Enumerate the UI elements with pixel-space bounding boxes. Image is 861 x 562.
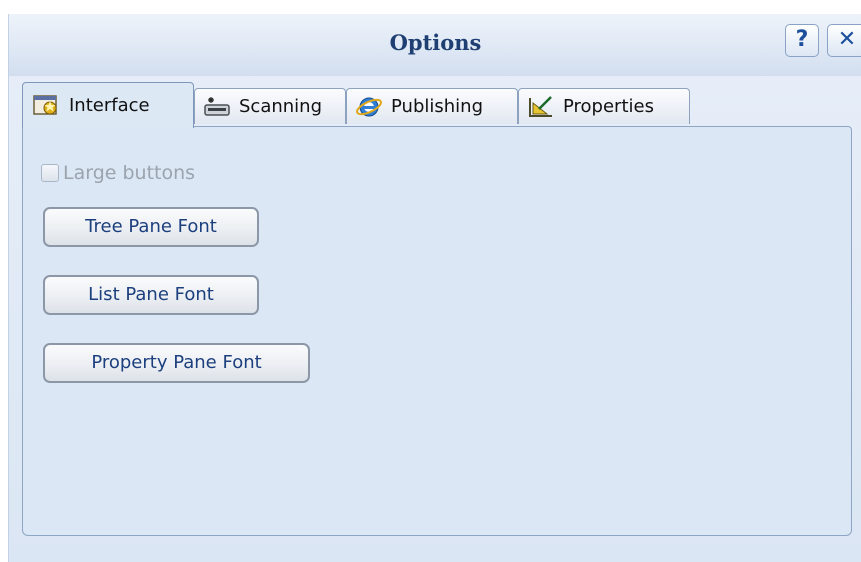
dialog-title: Options: [389, 30, 482, 55]
ie-globe-icon: [356, 97, 382, 116]
tab-strip: Interface Scanning Publishing Properties: [22, 80, 852, 130]
tab-interface[interactable]: Interface: [22, 82, 194, 128]
help-button[interactable]: ?: [785, 24, 819, 57]
interface-icon: [33, 94, 57, 115]
properties-icon: [529, 95, 552, 117]
large-buttons-checkbox: [41, 164, 59, 182]
list-pane-font-button[interactable]: List Pane Font: [43, 275, 259, 315]
title-bar[interactable]: Options ? ✕: [9, 14, 861, 76]
scanner-icon: [204, 96, 230, 116]
tab-label: Properties: [563, 96, 654, 117]
tab-publishing[interactable]: Publishing: [346, 88, 518, 124]
tab-scanning[interactable]: Scanning: [194, 88, 346, 124]
large-buttons-label: Large buttons: [63, 162, 196, 184]
tab-label: Interface: [69, 95, 150, 116]
interface-tab-panel: Large buttons Tree Pane Font List Pane F…: [22, 126, 852, 536]
tree-pane-font-button[interactable]: Tree Pane Font: [43, 207, 259, 247]
property-pane-font-button[interactable]: Property Pane Font: [43, 343, 310, 383]
large-buttons-option: Large buttons: [41, 162, 195, 184]
tab-label: Publishing: [391, 96, 483, 117]
tab-properties[interactable]: Properties: [518, 88, 690, 124]
tab-label: Scanning: [239, 96, 323, 117]
close-button[interactable]: ✕: [827, 24, 861, 57]
